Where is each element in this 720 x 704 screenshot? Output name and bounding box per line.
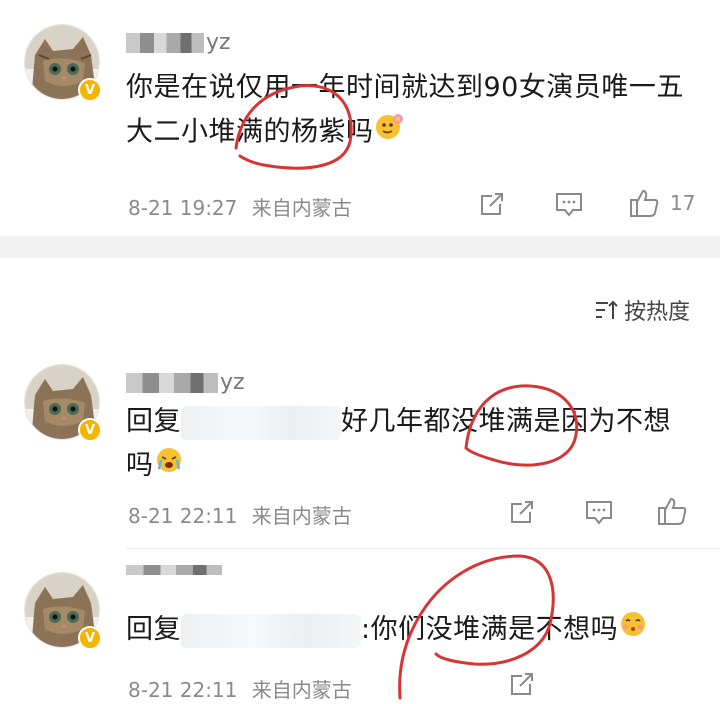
username-text: yz bbox=[206, 30, 231, 55]
like-count: 17 bbox=[670, 191, 696, 215]
timestamp: 8-21 22:11 bbox=[128, 678, 238, 702]
avatar[interactable]: V bbox=[24, 364, 102, 442]
share-button[interactable] bbox=[508, 498, 536, 526]
username[interactable]: yz bbox=[126, 370, 245, 395]
thumbs-up-icon bbox=[630, 189, 659, 217]
username-mosaic bbox=[126, 32, 204, 53]
reply-text: :你们没堆满是不想吗 bbox=[361, 614, 619, 645]
reply-content: 回复 好几年都没堆满是因为不想吗 bbox=[126, 400, 686, 489]
comment-button[interactable] bbox=[554, 190, 584, 218]
timestamp: 8-21 19:27 bbox=[128, 196, 238, 220]
reply-divider bbox=[126, 548, 720, 549]
comment-meta: 8-21 22:11 来自内蒙古 bbox=[128, 674, 352, 703]
sort-by-hot-button[interactable]: 按热度 bbox=[594, 294, 690, 326]
username[interactable]: yz bbox=[126, 565, 224, 580]
comment-icon bbox=[556, 193, 582, 217]
share-icon bbox=[481, 193, 503, 215]
comment-meta: 8-21 19:27 来自内蒙古 bbox=[128, 192, 352, 221]
crying-face-emoji-icon bbox=[154, 445, 184, 489]
sort-label: 按热度 bbox=[623, 300, 690, 325]
avatar[interactable]: V bbox=[24, 572, 102, 650]
sort-icon bbox=[595, 300, 618, 319]
username-text: yz bbox=[220, 370, 245, 395]
share-icon bbox=[511, 501, 533, 523]
reply-prefix: 回复 bbox=[126, 406, 181, 437]
comment-icon bbox=[586, 501, 612, 525]
verified-badge-icon: V bbox=[78, 626, 102, 650]
like-button[interactable] bbox=[656, 496, 688, 526]
flower-face-emoji-icon bbox=[374, 110, 406, 156]
username-mosaic bbox=[126, 372, 218, 393]
like-button[interactable]: 17 bbox=[628, 188, 695, 218]
comment-meta: 8-21 22:11 来自内蒙古 bbox=[128, 500, 352, 529]
avatar[interactable]: V bbox=[24, 24, 102, 102]
comment-button[interactable] bbox=[584, 498, 614, 526]
reply-prefix: 回复 bbox=[126, 614, 181, 645]
location: 来自内蒙古 bbox=[251, 504, 352, 528]
share-button[interactable] bbox=[478, 190, 506, 218]
location: 来自内蒙古 bbox=[251, 678, 352, 702]
kissing-face-emoji-icon bbox=[618, 609, 648, 653]
verified-badge-icon: V bbox=[78, 418, 102, 442]
share-button[interactable] bbox=[508, 670, 536, 698]
verified-badge-icon: V bbox=[78, 78, 102, 102]
share-icon bbox=[511, 673, 533, 695]
comment-content: 你是在说仅用一年时间就达到90女演员唯一五大二小堆满的杨紫吗 bbox=[126, 66, 686, 156]
location: 来自内蒙古 bbox=[251, 196, 352, 220]
timestamp: 8-21 22:11 bbox=[128, 504, 238, 528]
thumbs-up-icon bbox=[658, 497, 687, 525]
blurred-username bbox=[181, 613, 361, 648]
section-divider bbox=[0, 236, 720, 258]
username[interactable]: yz bbox=[126, 30, 231, 55]
blurred-username bbox=[181, 405, 341, 440]
username-mosaic bbox=[126, 565, 222, 575]
reply-content: 回复 :你们没堆满是不想吗 bbox=[126, 608, 686, 653]
